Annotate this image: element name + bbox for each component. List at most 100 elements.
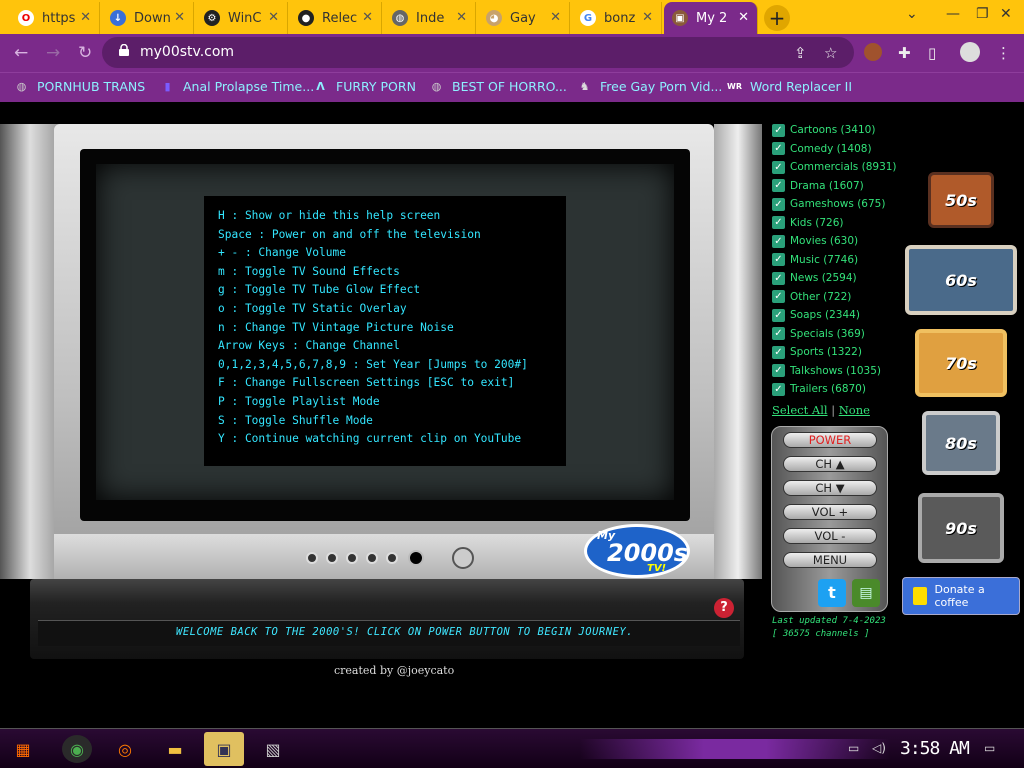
bookmark-item[interactable]: WR Word Replacer II [727, 79, 852, 94]
tv-knob[interactable] [366, 552, 378, 564]
channel-up-button[interactable]: CH ▲ [783, 456, 877, 472]
tab-2[interactable]: ↓ Down ✕ [102, 2, 194, 34]
notification-icon[interactable]: ▭ [984, 741, 995, 755]
checkbox-checked-icon[interactable]: ✓ [772, 345, 785, 359]
tv-power-knob[interactable] [408, 550, 424, 566]
chevron-down-icon[interactable]: ⌄ [906, 6, 918, 22]
restore-icon[interactable]: ❐ [976, 6, 989, 22]
app-installer-icon[interactable]: ▣ [204, 732, 244, 766]
channel-row[interactable]: ✓ Talkshows (1035) [772, 362, 897, 381]
channel-row[interactable]: ✓ Commercials (8931) [772, 158, 897, 177]
checkbox-checked-icon[interactable]: ✓ [772, 253, 785, 267]
twitter-icon[interactable]: t [818, 579, 846, 607]
close-icon[interactable]: ✕ [738, 10, 749, 25]
bookmark-item[interactable]: ▮ Anal Prolapse Time... [160, 79, 314, 94]
bookmark-site-icon[interactable]: ▤ [852, 579, 880, 607]
close-icon[interactable]: ✕ [80, 10, 91, 25]
tab-8-active[interactable]: ▣ My 2 ✕ [664, 2, 758, 34]
channel-row[interactable]: ✓ Music (7746) [772, 251, 897, 270]
channel-row[interactable]: ✓ Comedy (1408) [772, 140, 897, 159]
tab-1[interactable]: O https ✕ [10, 2, 100, 34]
checkbox-checked-icon[interactable]: ✓ [772, 327, 785, 341]
checkbox-checked-icon[interactable]: ✓ [772, 123, 785, 137]
close-icon[interactable]: ✕ [550, 10, 561, 25]
close-icon[interactable]: ✕ [642, 10, 653, 25]
channel-row[interactable]: ✓ Trailers (6870) [772, 380, 897, 399]
channel-row[interactable]: ✓ Cartoons (3410) [772, 121, 897, 140]
bookmark-item[interactable]: ◍ PORNHUB TRANS [14, 79, 145, 94]
credit-text[interactable]: created by @joeycato [334, 664, 454, 677]
puzzle-icon[interactable]: ✚ [898, 44, 911, 62]
bookmark-item[interactable]: ♞ Free Gay Porn Vid... [577, 79, 723, 94]
tv-knob[interactable] [386, 552, 398, 564]
chrome-icon[interactable]: ◉ [62, 735, 92, 763]
channel-row[interactable]: ✓ News (2594) [772, 269, 897, 288]
tv-dial[interactable] [452, 547, 474, 569]
channel-row[interactable]: ✓ Drama (1607) [772, 177, 897, 196]
close-window-icon[interactable]: ✕ [1000, 6, 1012, 22]
clock[interactable]: 3:58 AM [900, 738, 970, 759]
checkbox-checked-icon[interactable]: ✓ [772, 382, 785, 396]
decade-60s-tv[interactable]: 60s [905, 245, 1017, 315]
decade-90s-tv[interactable]: 90s [918, 493, 1004, 563]
network-icon[interactable]: ▭ [848, 741, 859, 755]
bookmark-item[interactable]: Λ FURRY PORN [313, 79, 416, 94]
checkbox-checked-icon[interactable]: ✓ [772, 160, 785, 174]
select-none-link[interactable]: None [839, 403, 870, 417]
checkbox-checked-icon[interactable]: ✓ [772, 271, 785, 285]
reload-icon[interactable]: ↻ [78, 43, 92, 63]
donate-coffee-button[interactable]: Donate a coffee [902, 577, 1020, 615]
checkbox-checked-icon[interactable]: ✓ [772, 216, 785, 230]
volume-icon[interactable]: ◁) [872, 741, 886, 755]
volume-up-button[interactable]: VOL + [783, 504, 877, 520]
system-app-icon[interactable]: ▧ [258, 735, 288, 763]
decade-70s-tv[interactable]: 70s [915, 329, 1007, 397]
channel-row[interactable]: ✓ Specials (369) [772, 325, 897, 344]
profile-icon[interactable] [960, 42, 980, 62]
forward-icon[interactable]: → [46, 43, 60, 63]
share-icon[interactable]: ⇪ [794, 44, 807, 62]
back-icon[interactable]: ← [14, 43, 28, 63]
start-button-icon[interactable]: ▦ [8, 735, 38, 763]
decade-80s-tv[interactable]: 80s [922, 411, 1000, 475]
channel-row[interactable]: ✓ Sports (1322) [772, 343, 897, 362]
minimize-icon[interactable]: — [946, 6, 960, 22]
checkbox-checked-icon[interactable]: ✓ [772, 197, 785, 211]
checkbox-checked-icon[interactable]: ✓ [772, 290, 785, 304]
tv-knob[interactable] [346, 552, 358, 564]
extension-avatar-icon[interactable] [864, 43, 882, 61]
channel-row[interactable]: ✓ Kids (726) [772, 214, 897, 233]
folder-icon[interactable]: ▬ [160, 735, 190, 763]
tab-4[interactable]: ● Relec ✕ [290, 2, 382, 34]
volume-down-button[interactable]: VOL - [783, 528, 877, 544]
help-icon[interactable]: ? [714, 598, 734, 618]
tab-5[interactable]: ◍ Inde ✕ [384, 2, 476, 34]
close-icon[interactable]: ✕ [174, 10, 185, 25]
menu-dots-icon[interactable]: ⋮ [996, 44, 1011, 62]
star-icon[interactable]: ☆ [824, 44, 837, 62]
close-icon[interactable]: ✕ [268, 10, 279, 25]
address-bar[interactable]: my00stv.com [102, 37, 854, 68]
checkbox-checked-icon[interactable]: ✓ [772, 142, 785, 156]
power-button[interactable]: POWER [783, 432, 877, 448]
tab-3[interactable]: ⚙ WinC ✕ [196, 2, 288, 34]
checkbox-checked-icon[interactable]: ✓ [772, 364, 785, 378]
sidepanel-icon[interactable]: ▯ [928, 44, 936, 62]
tv-knob[interactable] [306, 552, 318, 564]
bookmark-item[interactable]: ◍ BEST OF HORRO... [429, 79, 567, 94]
channel-row[interactable]: ✓ Movies (630) [772, 232, 897, 251]
checkbox-checked-icon[interactable]: ✓ [772, 308, 785, 322]
menu-button[interactable]: MENU [783, 552, 877, 568]
new-tab-button[interactable]: + [764, 5, 790, 31]
close-icon[interactable]: ✕ [456, 10, 467, 25]
checkbox-checked-icon[interactable]: ✓ [772, 179, 785, 193]
firefox-icon[interactable]: ◎ [110, 735, 140, 763]
tab-6[interactable]: ◕ Gay ✕ [478, 2, 570, 34]
tv-knob[interactable] [326, 552, 338, 564]
tab-7[interactable]: G bonz ✕ [572, 2, 662, 34]
checkbox-checked-icon[interactable]: ✓ [772, 234, 785, 248]
decade-50s-tv[interactable]: 50s [928, 172, 994, 228]
select-all-link[interactable]: Select All [772, 403, 828, 417]
channel-down-button[interactable]: CH ▼ [783, 480, 877, 496]
channel-row[interactable]: ✓ Gameshows (675) [772, 195, 897, 214]
